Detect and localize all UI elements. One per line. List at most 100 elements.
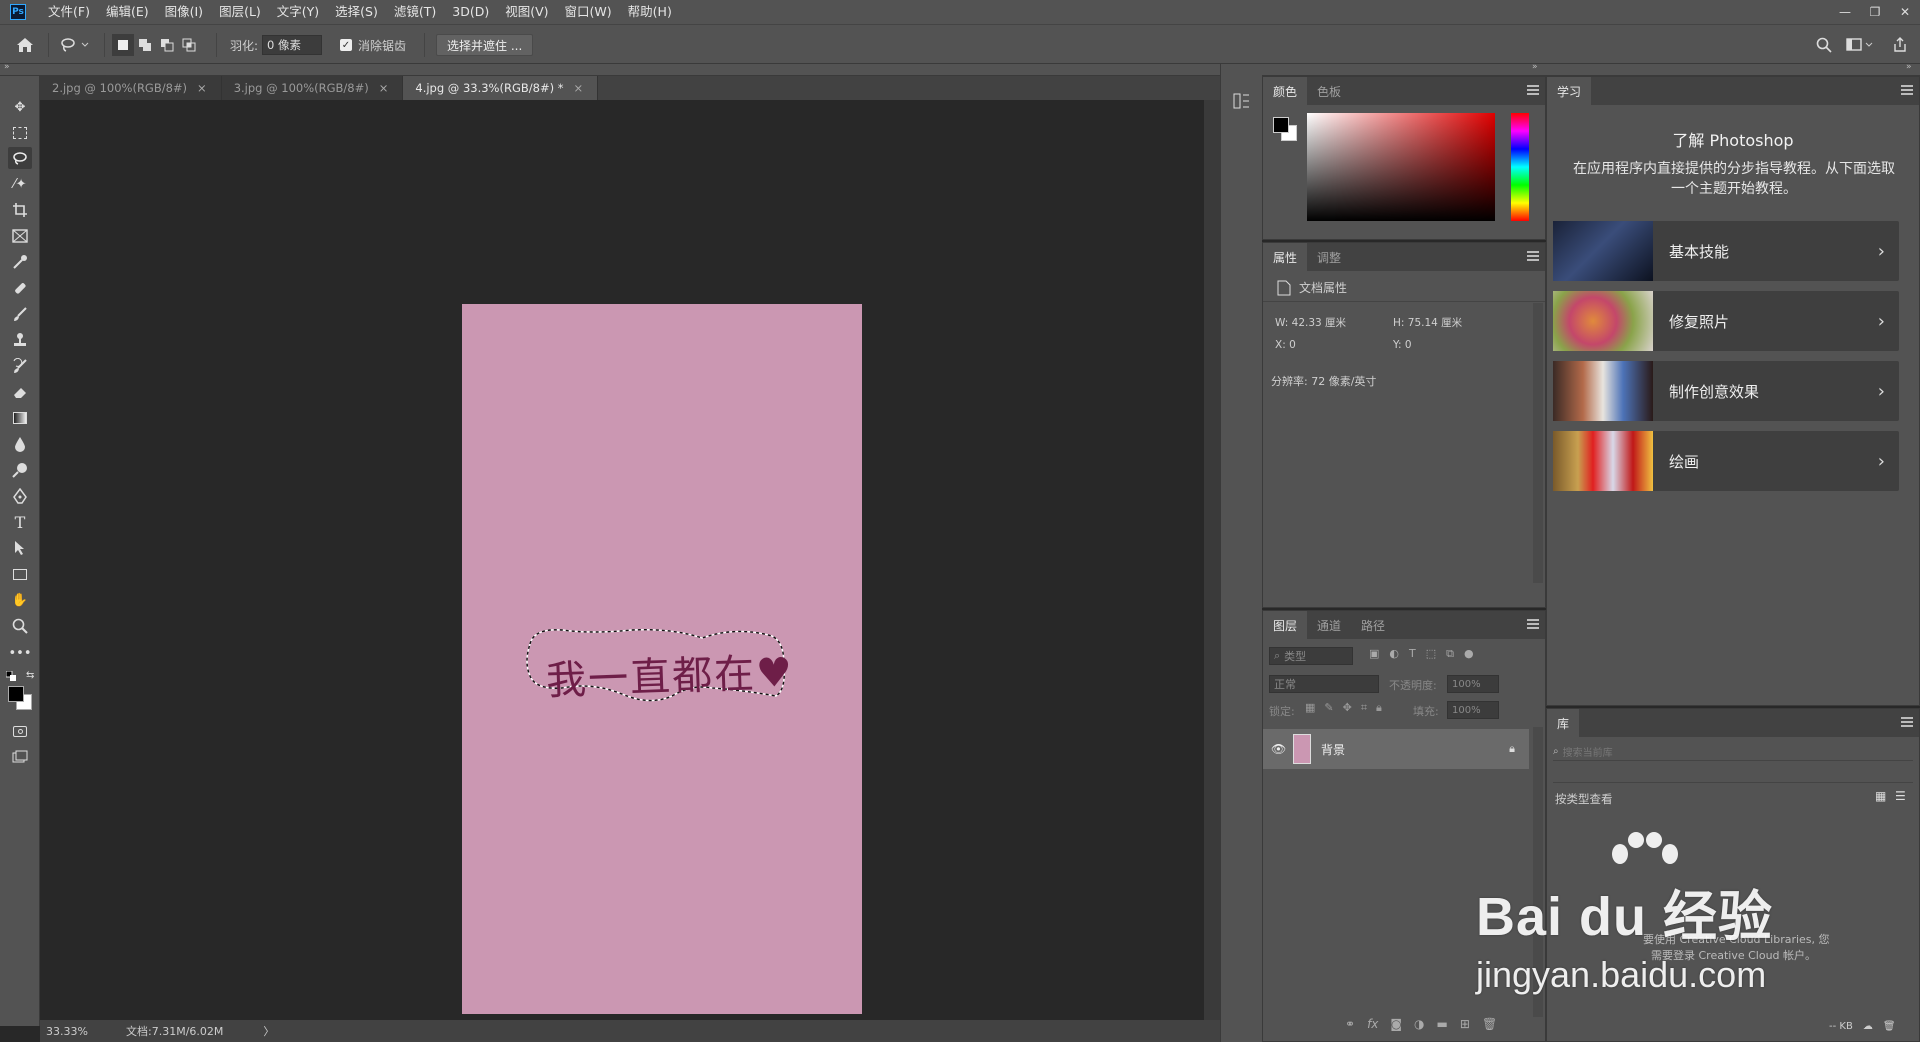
select-and-mask-button[interactable]: 选择并遮住 ... (436, 34, 534, 56)
menu-3d[interactable]: 3D(D) (444, 0, 497, 24)
minimize-icon[interactable]: — (1830, 0, 1860, 24)
magic-wand-tool-icon[interactable]: ⁄✦ (8, 173, 32, 195)
link-layers-icon[interactable]: ⚭ (1345, 1017, 1355, 1031)
menu-type[interactable]: 文字(Y) (269, 0, 327, 24)
share-icon[interactable] (1892, 34, 1908, 56)
menu-view[interactable]: 视图(V) (497, 0, 556, 24)
panel-menu-icon[interactable] (1527, 251, 1539, 261)
gradient-tool-icon[interactable] (8, 407, 32, 429)
cloud-sync-icon[interactable]: ☁ (1863, 1021, 1873, 1032)
subtract-selection-button[interactable] (156, 34, 178, 56)
delete-icon[interactable]: 🗑︎ (1883, 1021, 1896, 1032)
blend-mode-select[interactable]: 正常 (1269, 675, 1379, 693)
lock-transparent-icon[interactable]: ▦ (1305, 701, 1315, 715)
search-icon[interactable] (1816, 34, 1832, 56)
layer-name[interactable]: 背景 (1321, 741, 1509, 758)
opacity-input[interactable]: 100% (1447, 675, 1499, 693)
canvas-area[interactable]: 我一直都在♥ (40, 100, 1204, 1020)
home-icon[interactable] (16, 34, 34, 56)
zoom-tool-icon[interactable] (8, 615, 32, 637)
visibility-eye-icon[interactable]: 👁︎ (1271, 742, 1287, 756)
collapse-panels-icon[interactable]: » (1532, 62, 1538, 72)
panel-menu-icon[interactable] (1527, 619, 1539, 629)
fill-input[interactable]: 100% (1447, 701, 1499, 719)
filter-adjustment-icon[interactable]: ◐ (1389, 647, 1399, 661)
filter-toggle-icon[interactable]: ● (1464, 647, 1474, 661)
close-tab-icon[interactable]: × (379, 81, 389, 95)
layer-row-background[interactable]: 👁︎ 背景 🔒︎ (1263, 729, 1529, 769)
tab-color[interactable]: 颜色 (1263, 77, 1308, 105)
type-tool-icon[interactable]: T (8, 511, 32, 533)
add-selection-button[interactable] (134, 34, 156, 56)
pen-tool-icon[interactable] (8, 485, 32, 507)
clone-stamp-tool-icon[interactable] (8, 329, 32, 351)
lasso-preset-picker[interactable] (60, 34, 90, 56)
menu-window[interactable]: 窗口(W) (557, 0, 620, 24)
marquee-tool-icon[interactable] (8, 122, 32, 144)
panel-menu-icon[interactable] (1527, 85, 1539, 95)
filter-pixel-icon[interactable]: ▣ (1369, 647, 1379, 661)
menu-edit[interactable]: 编辑(E) (98, 0, 157, 24)
list-view-icon[interactable]: ☰ (1895, 789, 1906, 803)
tab-libraries[interactable]: 库 (1547, 709, 1580, 737)
fg-color-swatch[interactable] (1273, 117, 1289, 133)
filter-smart-object-icon[interactable]: ⧉ (1446, 647, 1454, 661)
learn-card-fix-photo[interactable]: 修复照片 › (1553, 291, 1899, 351)
lock-artboard-icon[interactable]: ⌗ (1361, 701, 1367, 715)
history-panel-icon[interactable] (1233, 92, 1251, 113)
status-menu-arrow[interactable]: 〉 (263, 1023, 274, 1039)
healing-brush-tool-icon[interactable] (8, 277, 32, 299)
quick-mask-icon[interactable] (8, 720, 32, 742)
eyedropper-tool-icon[interactable] (8, 251, 32, 273)
layer-filter-select[interactable]: ⌕ 类型 (1269, 647, 1353, 665)
dodge-tool-icon[interactable] (8, 459, 32, 481)
workspace-icon[interactable] (1846, 34, 1874, 56)
feather-input[interactable]: 0 像素 (262, 35, 323, 55)
tab-channels[interactable]: 通道 (1307, 611, 1351, 639)
tab-2-jpg[interactable]: 2.jpg @ 100%(RGB/8#) × (40, 76, 222, 100)
expand-toolbar-icon[interactable]: » (4, 62, 10, 72)
tab-adjustments[interactable]: 调整 (1307, 243, 1351, 271)
library-search-input[interactable]: ⌕ 搜索当前库 (1553, 743, 1913, 761)
default-colors-icon[interactable] (5, 670, 18, 684)
y-value[interactable]: Y: 0 (1393, 339, 1412, 351)
menu-layer[interactable]: 图层(L) (211, 0, 269, 24)
antialias-checkbox[interactable]: ✓ (340, 39, 352, 51)
lock-all-icon[interactable]: 🔒︎ (1376, 701, 1382, 715)
vertical-scrollbar[interactable] (1204, 100, 1220, 1020)
hand-tool-icon[interactable]: ✋ (8, 589, 32, 611)
properties-scrollbar[interactable] (1533, 303, 1543, 583)
more-tools-icon[interactable]: ••• (8, 642, 32, 664)
panel-menu-icon[interactable] (1901, 717, 1913, 727)
restore-icon[interactable]: ❐ (1860, 0, 1890, 24)
new-selection-button[interactable] (112, 34, 134, 56)
document-canvas[interactable]: 我一直都在♥ (462, 304, 862, 1014)
view-by-type[interactable]: 按类型查看 (1555, 791, 1613, 807)
path-selection-tool-icon[interactable] (8, 537, 32, 559)
close-tab-icon[interactable]: × (197, 81, 207, 95)
add-mask-icon[interactable]: ◙ (1390, 1017, 1402, 1031)
frame-tool-icon[interactable] (8, 225, 32, 247)
layer-style-icon[interactable]: fx (1367, 1017, 1378, 1031)
color-field[interactable] (1307, 113, 1495, 221)
lock-position-icon[interactable]: ✥ (1343, 701, 1352, 715)
new-adjustment-icon[interactable]: ◑ (1414, 1017, 1424, 1031)
panel-menu-icon[interactable] (1901, 85, 1913, 95)
menu-select[interactable]: 选择(S) (327, 0, 386, 24)
brush-tool-icon[interactable] (8, 303, 32, 325)
width-value[interactable]: W: 42.33 厘米 (1275, 315, 1346, 330)
learn-card-painting[interactable]: 绘画 › (1553, 431, 1899, 491)
zoom-level[interactable]: 33.33% (46, 1025, 114, 1038)
hue-slider[interactable] (1511, 113, 1529, 221)
close-tab-icon[interactable]: × (573, 81, 583, 95)
lock-image-icon[interactable]: ✎ (1324, 701, 1333, 715)
tab-swatches[interactable]: 色板 (1307, 77, 1351, 105)
menu-image[interactable]: 图像(I) (157, 0, 211, 24)
tab-properties[interactable]: 属性 (1263, 243, 1308, 271)
move-tool-icon[interactable]: ✥ (8, 96, 32, 118)
blur-tool-icon[interactable] (8, 433, 32, 455)
x-value[interactable]: X: 0 (1275, 339, 1296, 351)
tab-paths[interactable]: 路径 (1351, 611, 1395, 639)
rectangle-tool-icon[interactable] (8, 563, 32, 585)
eraser-tool-icon[interactable] (8, 381, 32, 403)
